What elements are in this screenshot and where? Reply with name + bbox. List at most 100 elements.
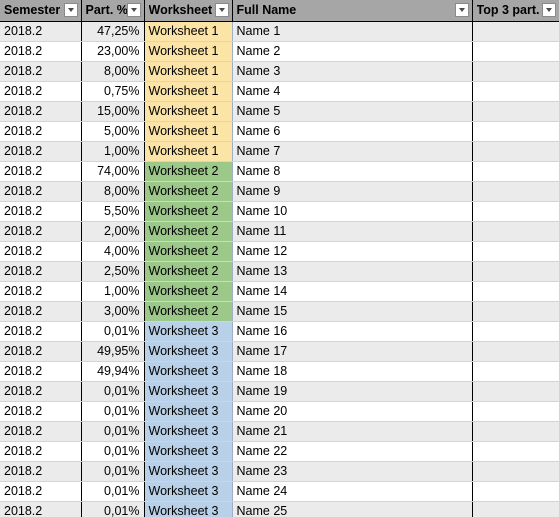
table-row[interactable]: 2018.2 49,95% Worksheet 3 Name 17 bbox=[0, 341, 559, 362]
cell-part[interactable]: 0,01% bbox=[81, 421, 145, 442]
cell-part[interactable]: 23,00% bbox=[81, 41, 145, 62]
cell-fullname[interactable]: Name 1 bbox=[232, 21, 473, 42]
cell-fullname[interactable]: Name 22 bbox=[232, 441, 473, 462]
table-row[interactable]: 2018.2 3,00% Worksheet 2 Name 15 bbox=[0, 301, 559, 322]
cell-worksheet[interactable]: Worksheet 1 bbox=[144, 41, 233, 62]
table-row[interactable]: 2018.2 0,01% Worksheet 3 Name 23 bbox=[0, 461, 559, 482]
cell-semester[interactable]: 2018.2 bbox=[0, 461, 82, 482]
table-row[interactable]: 2018.2 1,00% Worksheet 2 Name 14 bbox=[0, 281, 559, 302]
cell-top3[interactable] bbox=[472, 201, 559, 222]
table-row[interactable]: 2018.2 0,01% Worksheet 3 Name 16 bbox=[0, 321, 559, 342]
table-row[interactable]: 2018.2 8,00% Worksheet 2 Name 9 bbox=[0, 181, 559, 202]
cell-worksheet[interactable]: Worksheet 3 bbox=[144, 421, 233, 442]
filter-dropdown-top3[interactable] bbox=[542, 3, 556, 18]
cell-semester[interactable]: 2018.2 bbox=[0, 21, 82, 42]
cell-top3[interactable] bbox=[472, 41, 559, 62]
cell-top3[interactable] bbox=[472, 421, 559, 442]
cell-top3[interactable] bbox=[472, 261, 559, 282]
cell-part[interactable]: 49,95% bbox=[81, 341, 145, 362]
cell-semester[interactable]: 2018.2 bbox=[0, 401, 82, 422]
table-row[interactable]: 2018.2 47,25% Worksheet 1 Name 1 bbox=[0, 21, 559, 42]
cell-fullname[interactable]: Name 21 bbox=[232, 421, 473, 442]
cell-semester[interactable]: 2018.2 bbox=[0, 101, 82, 122]
cell-worksheet[interactable]: Worksheet 3 bbox=[144, 321, 233, 342]
cell-top3[interactable] bbox=[472, 301, 559, 322]
table-row[interactable]: 2018.2 5,00% Worksheet 1 Name 6 bbox=[0, 121, 559, 142]
cell-fullname[interactable]: Name 23 bbox=[232, 461, 473, 482]
cell-worksheet[interactable]: Worksheet 2 bbox=[144, 261, 233, 282]
cell-semester[interactable]: 2018.2 bbox=[0, 261, 82, 282]
cell-fullname[interactable]: Name 9 bbox=[232, 181, 473, 202]
cell-worksheet[interactable]: Worksheet 3 bbox=[144, 341, 233, 362]
cell-fullname[interactable]: Name 19 bbox=[232, 381, 473, 402]
cell-semester[interactable]: 2018.2 bbox=[0, 61, 82, 82]
cell-semester[interactable]: 2018.2 bbox=[0, 181, 82, 202]
cell-semester[interactable]: 2018.2 bbox=[0, 41, 82, 62]
table-row[interactable]: 2018.2 5,50% Worksheet 2 Name 10 bbox=[0, 201, 559, 222]
cell-worksheet[interactable]: Worksheet 1 bbox=[144, 21, 233, 42]
cell-worksheet[interactable]: Worksheet 3 bbox=[144, 481, 233, 502]
cell-worksheet[interactable]: Worksheet 2 bbox=[144, 241, 233, 262]
cell-worksheet[interactable]: Worksheet 2 bbox=[144, 181, 233, 202]
cell-worksheet[interactable]: Worksheet 2 bbox=[144, 281, 233, 302]
cell-semester[interactable]: 2018.2 bbox=[0, 141, 82, 162]
cell-top3[interactable] bbox=[472, 81, 559, 102]
cell-part[interactable]: 0,01% bbox=[81, 381, 145, 402]
cell-worksheet[interactable]: Worksheet 1 bbox=[144, 101, 233, 122]
table-row[interactable]: 2018.2 15,00% Worksheet 1 Name 5 bbox=[0, 101, 559, 122]
cell-fullname[interactable]: Name 17 bbox=[232, 341, 473, 362]
cell-semester[interactable]: 2018.2 bbox=[0, 201, 82, 222]
cell-fullname[interactable]: Name 8 bbox=[232, 161, 473, 182]
table-row[interactable]: 2018.2 2,50% Worksheet 2 Name 13 bbox=[0, 261, 559, 282]
cell-part[interactable]: 15,00% bbox=[81, 101, 145, 122]
cell-top3[interactable] bbox=[472, 101, 559, 122]
cell-fullname[interactable]: Name 14 bbox=[232, 281, 473, 302]
table-row[interactable]: 2018.2 0,75% Worksheet 1 Name 4 bbox=[0, 81, 559, 102]
cell-semester[interactable]: 2018.2 bbox=[0, 361, 82, 382]
cell-worksheet[interactable]: Worksheet 1 bbox=[144, 61, 233, 82]
cell-semester[interactable]: 2018.2 bbox=[0, 501, 82, 517]
cell-semester[interactable]: 2018.2 bbox=[0, 161, 82, 182]
table-row[interactable]: 2018.2 0,01% Worksheet 3 Name 24 bbox=[0, 481, 559, 502]
cell-part[interactable]: 2,50% bbox=[81, 261, 145, 282]
cell-fullname[interactable]: Name 24 bbox=[232, 481, 473, 502]
cell-part[interactable]: 74,00% bbox=[81, 161, 145, 182]
cell-part[interactable]: 0,01% bbox=[81, 401, 145, 422]
cell-top3[interactable] bbox=[472, 441, 559, 462]
table-row[interactable]: 2018.2 23,00% Worksheet 1 Name 2 bbox=[0, 41, 559, 62]
cell-part[interactable]: 3,00% bbox=[81, 301, 145, 322]
filter-dropdown-part[interactable] bbox=[126, 3, 141, 18]
cell-part[interactable]: 0,01% bbox=[81, 461, 145, 482]
cell-fullname[interactable]: Name 12 bbox=[232, 241, 473, 262]
cell-part[interactable]: 0,01% bbox=[81, 321, 145, 342]
cell-part[interactable]: 2,00% bbox=[81, 221, 145, 242]
cell-part[interactable]: 4,00% bbox=[81, 241, 145, 262]
cell-fullname[interactable]: Name 18 bbox=[232, 361, 473, 382]
cell-worksheet[interactable]: Worksheet 3 bbox=[144, 461, 233, 482]
cell-fullname[interactable]: Name 25 bbox=[232, 501, 473, 517]
cell-top3[interactable] bbox=[472, 461, 559, 482]
cell-worksheet[interactable]: Worksheet 3 bbox=[144, 441, 233, 462]
cell-worksheet[interactable]: Worksheet 1 bbox=[144, 141, 233, 162]
cell-top3[interactable] bbox=[472, 61, 559, 82]
table-row[interactable]: 2018.2 0,01% Worksheet 3 Name 20 bbox=[0, 401, 559, 422]
cell-worksheet[interactable]: Worksheet 1 bbox=[144, 121, 233, 142]
cell-worksheet[interactable]: Worksheet 3 bbox=[144, 501, 233, 517]
cell-top3[interactable] bbox=[472, 181, 559, 202]
cell-part[interactable]: 5,00% bbox=[81, 121, 145, 142]
cell-part[interactable]: 47,25% bbox=[81, 21, 145, 42]
cell-fullname[interactable]: Name 6 bbox=[232, 121, 473, 142]
cell-top3[interactable] bbox=[472, 121, 559, 142]
cell-fullname[interactable]: Name 13 bbox=[232, 261, 473, 282]
cell-worksheet[interactable]: Worksheet 1 bbox=[144, 81, 233, 102]
cell-semester[interactable]: 2018.2 bbox=[0, 221, 82, 242]
cell-part[interactable]: 49,94% bbox=[81, 361, 145, 382]
cell-top3[interactable] bbox=[472, 381, 559, 402]
cell-top3[interactable] bbox=[472, 321, 559, 342]
cell-fullname[interactable]: Name 2 bbox=[232, 41, 473, 62]
cell-semester[interactable]: 2018.2 bbox=[0, 241, 82, 262]
cell-semester[interactable]: 2018.2 bbox=[0, 381, 82, 402]
cell-top3[interactable] bbox=[472, 221, 559, 242]
cell-worksheet[interactable]: Worksheet 2 bbox=[144, 201, 233, 222]
cell-top3[interactable] bbox=[472, 361, 559, 382]
